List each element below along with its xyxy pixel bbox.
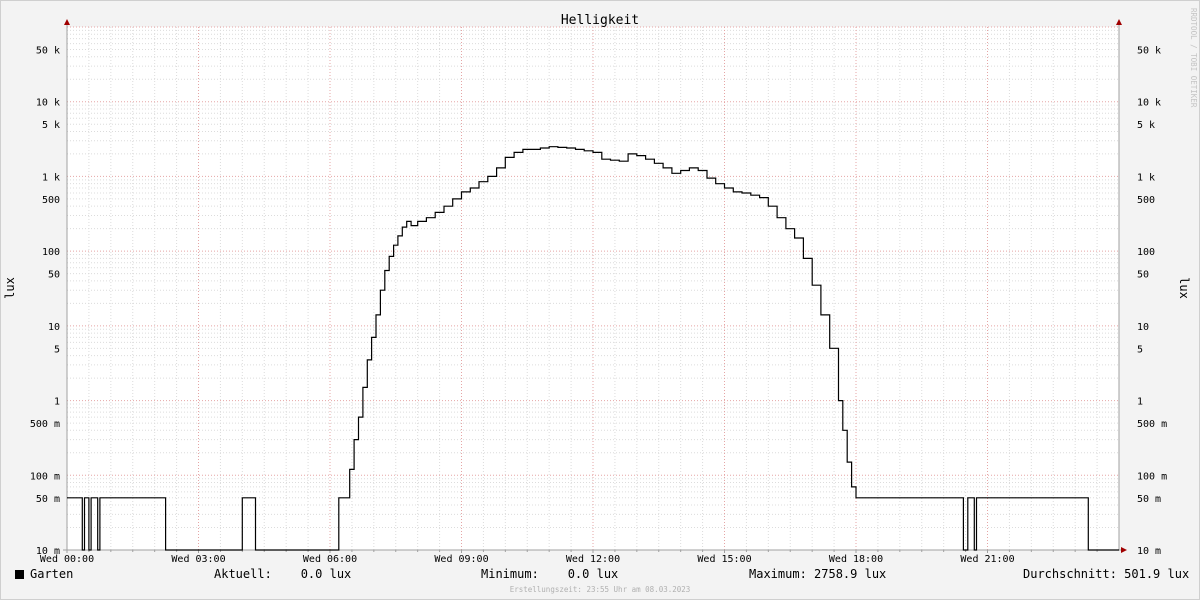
y-tick-label-right: 500	[1137, 195, 1155, 206]
y-tick-label-left: 5	[54, 344, 60, 355]
y-tick-label-right: 100	[1137, 247, 1155, 258]
chart-canvas: 10 m 10 m50 m 50 m100 m 100 m500 m 500 m1 15 5…	[3, 8, 1198, 594]
watermark: RRDTOOL / TOBI OETIKER	[1189, 8, 1198, 108]
y-tick-label-left: 50 m	[36, 494, 60, 505]
x-tick-label: Wed 06:00	[303, 554, 357, 565]
y-tick-label-right: 10	[1137, 322, 1149, 333]
y-tick-label-left: 100 m	[30, 471, 60, 482]
x-tick-labels: Wed 00:00 Wed 03:00 Wed 06:00 Wed 09:00 Wed …	[40, 554, 1015, 565]
creation-time-footer: Erstellungszeit: 23:55 Uhr am 08.03.2023	[510, 585, 691, 594]
y-axis-label-right: lux	[1177, 277, 1191, 299]
legend-minimum: Minimum: 0.0 lux	[481, 567, 619, 581]
legend-current: Aktuell: 0.0 lux	[214, 567, 352, 581]
y-tick-label-left: 100	[42, 247, 60, 258]
y-tick-label-left: 10	[48, 322, 60, 333]
y-axis-right-arrow	[1116, 19, 1122, 25]
x-tick-label: Wed 00:00	[40, 554, 94, 565]
y-tick-label-right: 50	[1137, 270, 1149, 281]
y-tick-label-left: 1	[54, 397, 60, 408]
y-tick-label-right: 100 m	[1137, 471, 1167, 482]
y-tick-label-right: 5	[1137, 344, 1143, 355]
legend-color-swatch	[15, 570, 24, 579]
y-tick-label-left: 10 k	[36, 98, 60, 109]
y-tick-label-right: 1 k	[1137, 172, 1155, 183]
chart-title: Helligkeit	[561, 13, 639, 28]
legend-maximum: Maximum: 2758.9 lux	[749, 567, 887, 581]
x-tick-label: Wed 15:00	[697, 554, 751, 565]
y-axis-label-left: lux	[3, 277, 17, 299]
y-tick-label-right: 50 m	[1137, 494, 1161, 505]
legend-series-name: Garten	[30, 567, 74, 581]
y-tick-label-right: 50 k	[1137, 45, 1161, 56]
y-tick-label-left: 50 k	[36, 45, 60, 56]
y-tick-label-left: 50	[48, 270, 60, 281]
legend-average: Durchschnitt: 501.9 lux	[1023, 567, 1190, 581]
y-tick-label-left: 1 k	[42, 172, 60, 183]
y-tick-label-left: 500 m	[30, 419, 60, 430]
x-axis-arrow	[1121, 547, 1127, 553]
x-tick-label: Wed 18:00	[829, 554, 883, 565]
y-tick-label-right: 10 m	[1137, 546, 1161, 557]
y-axis-left-arrow	[64, 19, 70, 25]
x-tick-label: Wed 09:00	[434, 554, 488, 565]
y-tick-label-left: 500	[42, 195, 60, 206]
y-tick-label-left: 5 k	[42, 120, 60, 131]
x-tick-label: Wed 21:00	[960, 554, 1014, 565]
x-tick-label: Wed 03:00	[171, 554, 225, 565]
y-tick-label-right: 500 m	[1137, 419, 1167, 430]
y-tick-label-right: 10 k	[1137, 98, 1161, 109]
y-tick-label-right: 5 k	[1137, 120, 1155, 131]
y-tick-label-right: 1	[1137, 397, 1143, 408]
x-tick-label: Wed 12:00	[566, 554, 620, 565]
